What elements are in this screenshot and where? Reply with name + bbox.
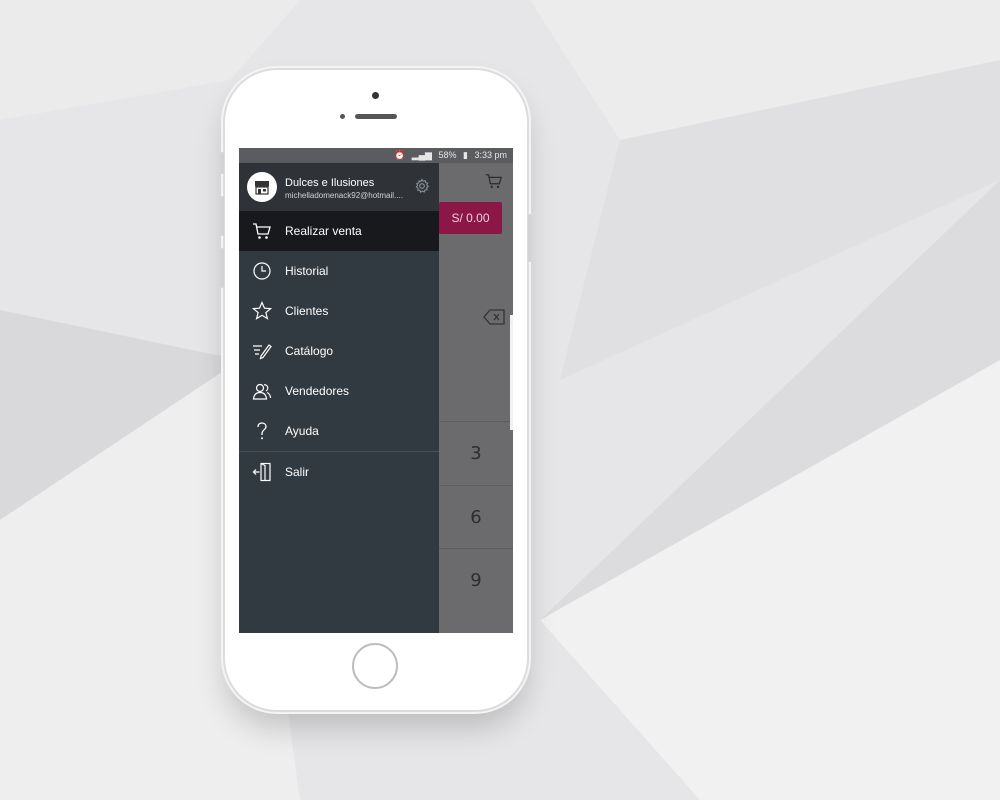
backspace-icon[interactable] — [483, 309, 505, 325]
battery-text: 58% — [438, 150, 457, 160]
clock-text: 3:33 pm — [474, 150, 507, 160]
menu-item-realizar-venta[interactable]: Realizar venta — [239, 211, 439, 251]
catalog-pen-icon — [253, 344, 272, 360]
keypad-key-6[interactable]: 6 — [439, 485, 513, 549]
menu-item-clientes[interactable]: Clientes — [239, 291, 439, 331]
store-avatar[interactable] — [247, 172, 277, 202]
menu-item-historial[interactable]: Historial — [239, 251, 439, 291]
front-camera — [372, 92, 379, 99]
side-button — [221, 152, 224, 174]
users-icon — [252, 383, 272, 400]
earpiece-speaker — [355, 114, 397, 119]
menu-item-label: Realizar venta — [285, 224, 362, 238]
storefront-icon — [255, 181, 269, 195]
menu-item-label: Historial — [285, 264, 329, 278]
menu-item-catalogo[interactable]: Catálogo — [239, 331, 439, 371]
keypad-key-3[interactable]: 3 — [439, 421, 513, 485]
menu-item-label: Ayuda — [285, 424, 319, 438]
status-bar: ⏰ ▂▄▆ 58% ▮ 3:33 pm — [239, 148, 513, 163]
drawer-menu: Realizar venta Historial Clientes Catálo… — [239, 211, 439, 492]
phone-screen: ⏰ ▂▄▆ 58% ▮ 3:33 pm S/ 0.00 3 6 9 Dulces… — [239, 148, 513, 633]
power-button — [528, 214, 531, 262]
menu-item-label: Vendedores — [285, 384, 350, 398]
question-icon — [257, 422, 267, 440]
cart-icon — [253, 223, 271, 239]
sensor-dot — [340, 114, 345, 119]
battery-icon: ▮ — [463, 150, 468, 160]
menu-item-label: Salir — [285, 465, 310, 479]
gear-icon[interactable] — [414, 178, 430, 194]
menu-item-label: Clientes — [285, 304, 329, 318]
alarm-icon: ⏰ — [393, 150, 406, 160]
cart-icon[interactable] — [485, 172, 503, 190]
volume-down-button — [221, 248, 224, 288]
clock-icon — [253, 262, 271, 280]
menu-item-ayuda[interactable]: Ayuda — [239, 411, 439, 451]
exit-door-icon — [252, 462, 271, 482]
signal-icon: ▂▄▆ — [411, 150, 432, 160]
navigation-drawer: Dulces e Ilusiones michelladomenack92@ho… — [239, 163, 439, 633]
keypad-key-9[interactable]: 9 — [439, 548, 513, 612]
store-email: michelladomenack92@hotmail.... — [285, 191, 403, 200]
drawer-header: Dulces e Ilusiones michelladomenack92@ho… — [239, 163, 439, 211]
charge-amount-button[interactable]: S/ 0.00 — [439, 202, 502, 234]
menu-item-vendedores[interactable]: Vendedores — [239, 371, 439, 411]
star-icon — [252, 301, 272, 320]
scroll-indicator — [510, 315, 513, 430]
menu-item-label: Catálogo — [285, 344, 334, 358]
volume-up-button — [221, 196, 224, 236]
menu-item-salir[interactable]: Salir — [239, 452, 439, 492]
phone-mockup: ⏰ ▂▄▆ 58% ▮ 3:33 pm S/ 0.00 3 6 9 Dulces… — [221, 70, 531, 710]
store-name: Dulces e Ilusiones — [285, 177, 375, 189]
home-button[interactable] — [352, 643, 398, 689]
